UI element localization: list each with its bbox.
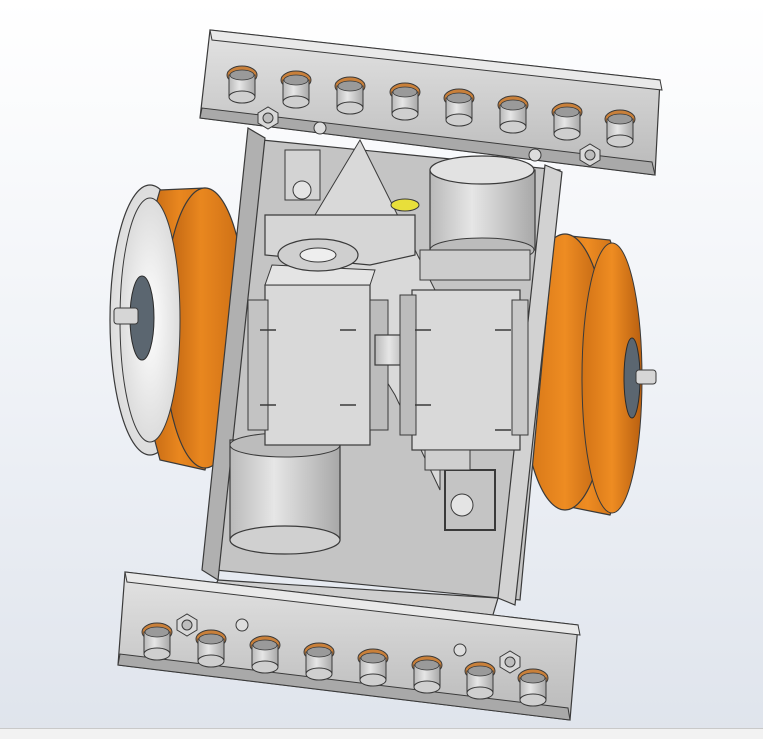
right-gearbox[interactable] bbox=[399, 289, 529, 451]
status-bar bbox=[0, 728, 763, 739]
cad-viewport[interactable] bbox=[0, 0, 763, 728]
upper-drive-motor[interactable] bbox=[419, 155, 536, 281]
lower-drive-motor[interactable] bbox=[229, 432, 341, 555]
sensor-marker bbox=[390, 198, 420, 212]
left-axle-stub bbox=[113, 307, 139, 325]
model-canvas[interactable] bbox=[0, 0, 763, 728]
mount-bracket-upper-left bbox=[284, 149, 321, 201]
right-axle-stub bbox=[635, 369, 657, 385]
